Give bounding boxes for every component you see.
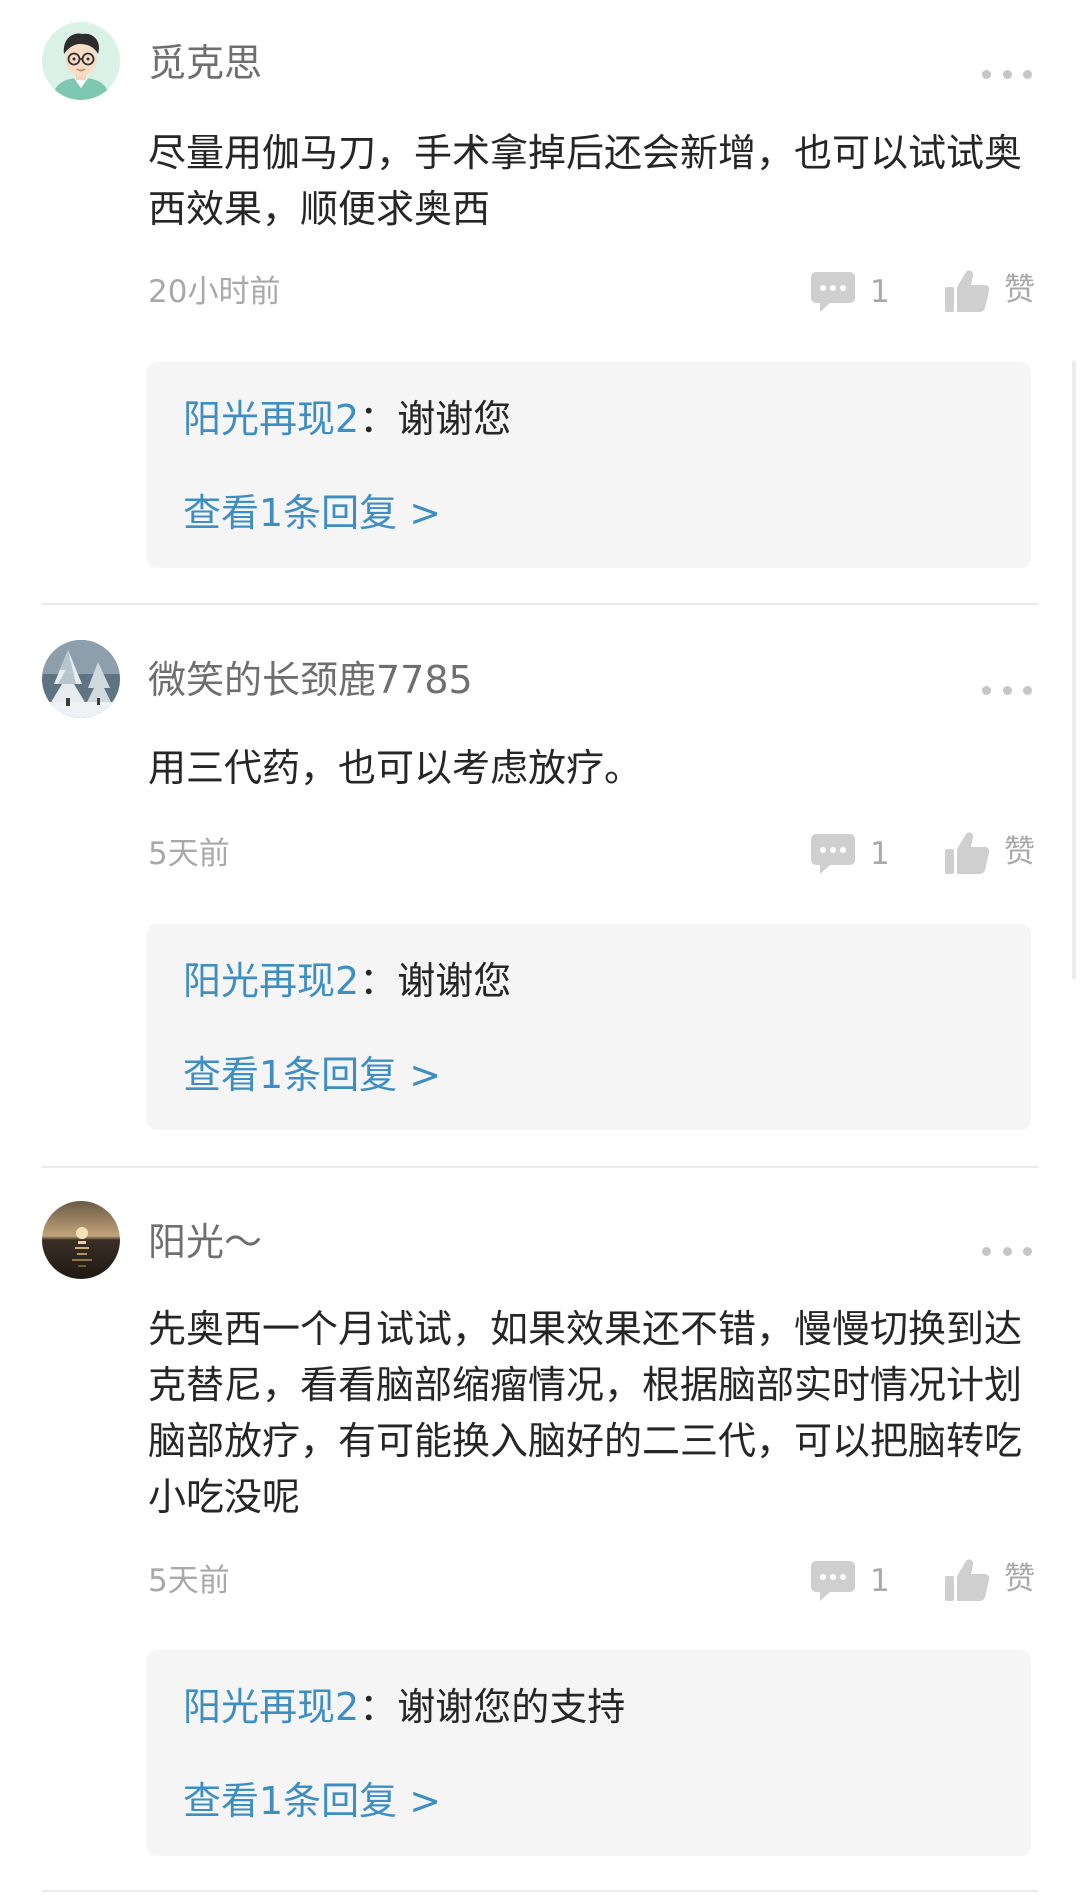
reply-line: 阳光再现2：谢谢您的支持 <box>183 1682 625 1732</box>
username[interactable]: 觅克思 <box>148 38 262 88</box>
like-label: 赞 <box>1004 1561 1035 1597</box>
reply-author[interactable]: 阳光再现2 <box>183 397 359 441</box>
comment-time: 5天前 <box>148 836 230 872</box>
reply-count: 1 <box>870 836 890 872</box>
user-avatar[interactable] <box>42 22 120 100</box>
view-replies-link[interactable]: 查看1条回复 > <box>183 488 441 538</box>
reply-separator: ： <box>359 959 398 1003</box>
more-options-icon[interactable] <box>982 683 1032 697</box>
comment-divider <box>42 1166 1038 1168</box>
thumbs-up-icon <box>945 1559 990 1601</box>
comment-divider <box>42 1890 1038 1892</box>
comment-divider <box>42 603 1038 605</box>
reply-preview: 阳光再现2：谢谢您 查看1条回复 > <box>147 924 1031 1130</box>
reply-preview: 阳光再现2：谢谢您 查看1条回复 > <box>147 362 1031 568</box>
comment-feed: 觅克思 尽量用伽马刀，手术拿掉后还会新增，也可以试试奥西效果，顺便求奥西 20小… <box>0 0 1080 1896</box>
comment-text: 尽量用伽马刀，手术拿掉后还会新增，也可以试试奥西效果，顺便求奥西 <box>148 131 1023 231</box>
reply-count: 1 <box>870 1563 890 1599</box>
view-replies-link[interactable]: 查看1条回复 > <box>183 1050 441 1100</box>
reply-separator: ： <box>359 397 398 441</box>
scrollbar[interactable] <box>1072 360 1076 980</box>
comment-bubble-icon <box>811 272 855 312</box>
username[interactable]: 微笑的长颈鹿7785 <box>148 655 473 705</box>
reply-author[interactable]: 阳光再现2 <box>183 959 359 1003</box>
thumbs-up-icon <box>945 832 990 874</box>
reply-preview: 阳光再现2：谢谢您的支持 查看1条回复 > <box>147 1650 1031 1856</box>
comment-text: 先奥西一个月试试，如果效果还不错，慢慢切换到达克替尼，看看脑部缩瘤情况，根据脑部… <box>148 1307 1023 1519</box>
reply-line: 阳光再现2：谢谢您 <box>183 956 511 1006</box>
snowy-tree-avatar-icon <box>42 640 120 718</box>
reply-count: 1 <box>870 274 890 310</box>
reply-content: 谢谢您 <box>397 959 512 1003</box>
comment-time: 20小时前 <box>148 274 281 310</box>
comment-time: 5天前 <box>148 1563 230 1599</box>
user-avatar[interactable] <box>42 640 120 718</box>
more-options-icon[interactable] <box>982 1244 1032 1258</box>
user-avatar[interactable] <box>42 1201 120 1279</box>
view-replies-link[interactable]: 查看1条回复 > <box>183 1776 441 1826</box>
cartoon-avatar-icon <box>42 22 120 100</box>
more-options-icon[interactable] <box>982 67 1032 81</box>
reply-content: 谢谢您的支持 <box>397 1685 626 1729</box>
username[interactable]: 阳光～ <box>148 1217 262 1267</box>
sunset-sea-avatar-icon <box>42 1201 120 1279</box>
comment-bubble-icon <box>811 834 855 874</box>
like-label: 赞 <box>1004 272 1035 308</box>
comment-bubble-icon <box>811 1561 855 1601</box>
reply-separator: ： <box>359 1685 398 1729</box>
like-label: 赞 <box>1004 834 1035 870</box>
reply-author[interactable]: 阳光再现2 <box>183 1685 359 1729</box>
thumbs-up-icon <box>945 270 990 312</box>
reply-content: 谢谢您 <box>397 397 512 441</box>
comment-text: 用三代药，也可以考虑放疗。 <box>148 746 643 790</box>
reply-line: 阳光再现2：谢谢您 <box>183 394 511 444</box>
